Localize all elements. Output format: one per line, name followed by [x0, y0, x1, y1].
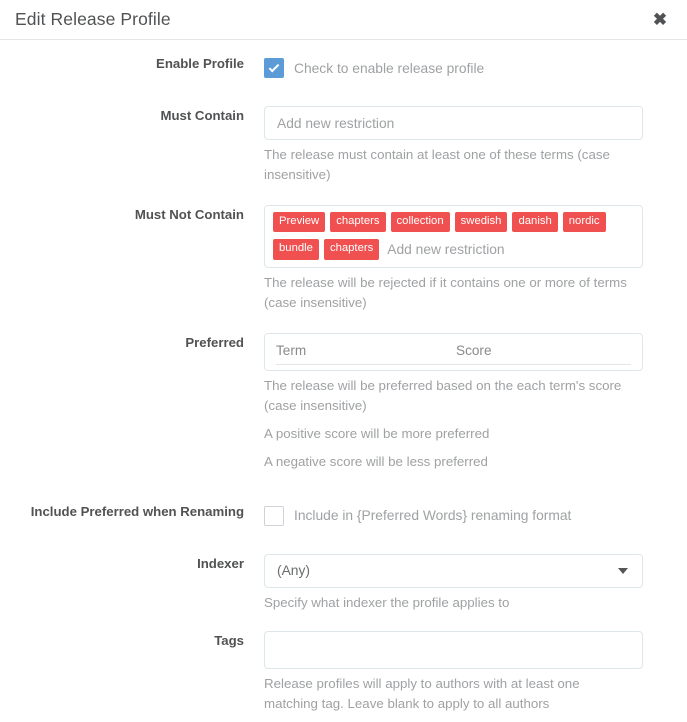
enable-profile-checkbox[interactable]	[264, 58, 284, 78]
must-contain-placeholder: Add new restriction	[277, 115, 395, 131]
form-group-preferred: Preferred Term Score The release will be…	[24, 332, 663, 472]
control-must-not-contain: Preview chapters collection swedish danish no…	[264, 205, 663, 313]
control-tags: Release profiles will apply to authors w…	[264, 630, 663, 714]
tag-chip[interactable]: nordic	[562, 212, 606, 233]
label-include-preferred: Include Preferred when Renaming	[30, 503, 244, 519]
control-enable-profile: Check to enable release profile	[264, 54, 663, 82]
preferred-term-header: Term	[276, 342, 307, 358]
preferred-help-3: A negative score will be less preferred	[264, 453, 488, 469]
must-contain-help: The release must contain at least one of…	[264, 147, 610, 182]
tag-chip[interactable]: bundle	[273, 239, 319, 260]
must-not-contain-help: The release will be rejected if it conta…	[264, 274, 627, 310]
label-indexer: Indexer	[197, 555, 244, 571]
label-must-contain: Must Contain	[160, 108, 244, 123]
preferred-input[interactable]: Term Score	[264, 332, 643, 371]
form-group-must-not-contain: Must Not Contain Preview chapters collecti…	[24, 205, 663, 313]
control-preferred: Term Score The release will be preferred…	[264, 332, 663, 472]
preferred-score-header: Score	[456, 342, 492, 358]
indexer-select[interactable]: (Any)	[264, 553, 643, 588]
tags-input[interactable]	[264, 630, 643, 669]
tag-chip[interactable]: chapters	[323, 239, 380, 260]
preferred-header-row: Term Score	[276, 336, 631, 365]
must-not-contain-input[interactable]: Preview chapters collection swedish danish no…	[264, 205, 643, 268]
label-must-not-contain: Must Not Contain	[134, 207, 244, 222]
indexer-selected-value: (Any)	[277, 563, 310, 579]
include-preferred-checkbox-row[interactable]: Include in {Preferred Words} renaming fo…	[264, 502, 663, 530]
tag-chip[interactable]: swedish	[454, 212, 508, 233]
tag-chip[interactable]: Preview	[273, 212, 326, 233]
preferred-help-1: The release will be preferred based on t…	[264, 377, 622, 413]
include-preferred-checkbox[interactable]	[264, 505, 284, 526]
must-not-contain-placeholder: Add new restriction	[387, 241, 505, 257]
modal-header: Edit Release Profile ✖	[0, 0, 687, 40]
label-enable-profile: Enable Profile	[156, 56, 244, 71]
label-preferred: Preferred	[185, 334, 244, 350]
form-group-must-contain: Must Contain Add new restriction The rel…	[24, 106, 663, 185]
enable-profile-checkbox-row[interactable]: Check to enable release profile	[264, 54, 663, 82]
close-icon[interactable]: ✖	[649, 9, 671, 31]
indexer-help: Specify what indexer the profile applies…	[264, 594, 510, 610]
must-contain-input[interactable]: Add new restriction	[264, 106, 643, 140]
tag-chip[interactable]: danish	[512, 212, 558, 233]
control-indexer: (Any) Specify what indexer the profile a…	[264, 553, 663, 613]
modal-body: Enable Profile Check to enable release p…	[0, 40, 687, 714]
preferred-help-2: A positive score will be more preferred	[264, 425, 490, 441]
enable-profile-checkbox-label: Check to enable release profile	[294, 60, 485, 76]
chevron-down-icon	[618, 567, 628, 574]
form-group-indexer: Indexer (Any) Specify what indexer the p…	[24, 553, 663, 613]
control-must-contain: Add new restriction The release must con…	[264, 106, 663, 185]
form-group-tags: Tags Release profiles will apply to auth…	[24, 630, 663, 714]
tags-help: Release profiles will apply to authors w…	[264, 675, 580, 711]
form-group-enable-profile: Enable Profile Check to enable release p…	[24, 54, 663, 82]
tag-chip[interactable]: collection	[390, 212, 450, 233]
form-group-include-preferred: Include Preferred when Renaming Include …	[24, 502, 663, 530]
page-title: Edit Release Profile	[15, 8, 171, 29]
label-tags: Tags	[214, 632, 244, 648]
check-icon	[268, 61, 280, 72]
include-preferred-checkbox-label: Include in {Preferred Words} renaming fo…	[294, 508, 572, 524]
control-include-preferred: Include in {Preferred Words} renaming fo…	[264, 502, 663, 530]
tag-chip[interactable]: chapters	[330, 212, 386, 233]
